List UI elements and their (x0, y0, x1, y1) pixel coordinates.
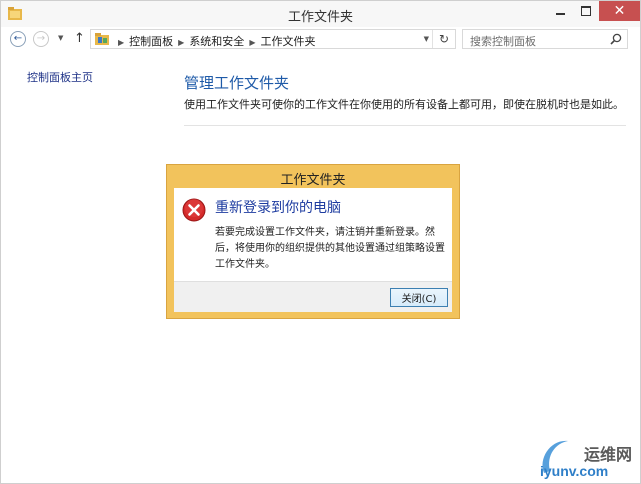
breadcrumb-system-security[interactable]: 系统和安全 (189, 35, 244, 48)
content-divider (184, 125, 626, 126)
search-placeholder: 搜索控制面板 (470, 35, 536, 48)
maximize-icon (581, 6, 591, 16)
title-bar: 工作文件夹 ✕ (1, 1, 640, 27)
breadcrumb: ▶ 控制面板 ▶ 系统和安全 ▶ 工作文件夹 (113, 33, 315, 49)
watermark-url: iyunv.com (540, 463, 609, 479)
control-panel-home-link[interactable]: 控制面板主页 (27, 69, 93, 85)
address-dropdown[interactable]: ▼ (424, 35, 429, 43)
breadcrumb-separator-icon[interactable]: ▶ (178, 38, 184, 47)
breadcrumb-separator-icon: ▶ (118, 38, 125, 47)
breadcrumb-control-panel[interactable]: 控制面板 (129, 35, 173, 48)
up-button[interactable]: ↑ (74, 31, 85, 46)
chevron-down-icon: ▼ (423, 35, 429, 43)
control-panel-window: 工作文件夹 ✕ ← → ▼ ↑ ▶ 控制面板 ▶ 系统和安全 ▶ 工作文件夹 ▼ ↻ 搜索… (0, 0, 641, 484)
refresh-button[interactable]: ↻ (432, 30, 455, 48)
arrow-up-icon: ↑ (74, 31, 85, 46)
dialog-message: 若要完成设置工作文件夹，请注销并重新登录。然后，将使用你的组织提供的其他设置通过… (215, 227, 445, 270)
close-icon: ✕ (613, 3, 626, 19)
work-folders-dialog: 工作文件夹 重新登录到你的电脑 若要完成设置工作文件夹，请注销并重新登录。然后，… (166, 164, 460, 319)
page-description: 使用工作文件夹可使你的工作文件在你使用的所有设备上都可用，即使在脱机时也是如此。 (184, 98, 624, 111)
watermark-brand: 运维网 (584, 445, 633, 464)
navigation-bar: ← → ▼ ↑ ▶ 控制面板 ▶ 系统和安全 ▶ 工作文件夹 ▼ ↻ 搜索控制面板 (1, 27, 640, 53)
recent-locations-dropdown[interactable]: ▼ (58, 34, 63, 42)
page-title: 管理工作文件夹 (184, 74, 290, 92)
address-bar[interactable]: ▶ 控制面板 ▶ 系统和安全 ▶ 工作文件夹 ▼ ↻ (90, 29, 456, 49)
arrow-left-icon: ← (13, 33, 23, 44)
refresh-icon: ↻ (438, 32, 450, 46)
minimize-button[interactable] (547, 1, 573, 21)
dialog-footer: 关闭(C) (174, 281, 452, 312)
window-title: 工作文件夹 (287, 10, 353, 25)
dialog-heading: 重新登录到你的电脑 (215, 200, 341, 216)
watermark: 运维网 iyunv.com (536, 433, 640, 483)
forward-button[interactable]: → (33, 31, 49, 47)
chevron-down-icon: ▼ (58, 34, 64, 42)
arrow-right-icon: → (36, 33, 46, 44)
dialog-title: 工作文件夹 (280, 173, 346, 188)
control-panel-folder-icon (95, 33, 109, 45)
error-icon (182, 198, 206, 222)
back-button[interactable]: ← (10, 31, 26, 47)
search-input[interactable]: 搜索控制面板 (462, 29, 628, 49)
dialog-close-button[interactable]: 关闭(C) (390, 288, 448, 307)
breadcrumb-work-folders[interactable]: 工作文件夹 (260, 35, 315, 48)
search-icon[interactable] (610, 33, 622, 45)
maximize-button[interactable] (573, 1, 599, 21)
close-window-button[interactable]: ✕ (599, 1, 640, 21)
dialog-content: 重新登录到你的电脑 若要完成设置工作文件夹，请注销并重新登录。然后，将使用你的组… (174, 188, 452, 281)
breadcrumb-separator-icon[interactable]: ▶ (249, 38, 255, 47)
minimize-icon (555, 13, 565, 15)
